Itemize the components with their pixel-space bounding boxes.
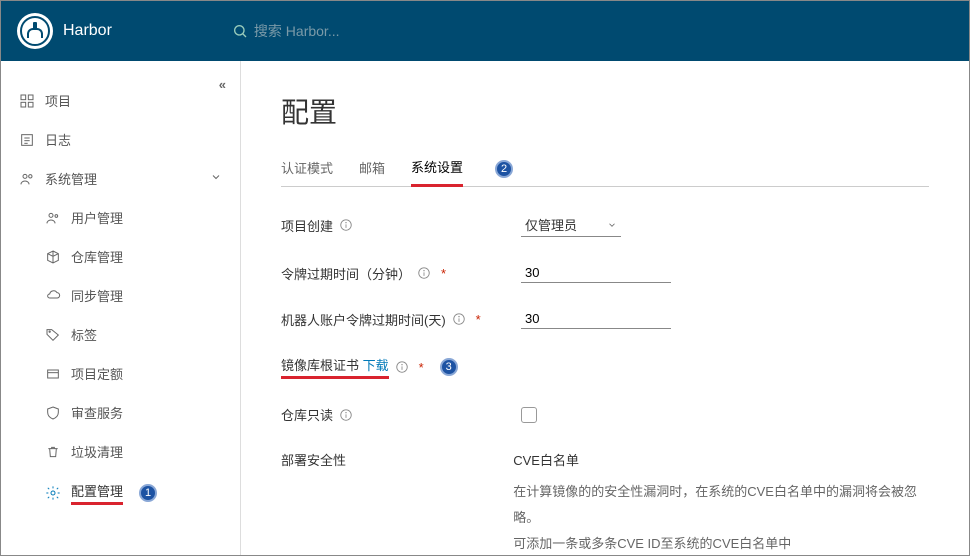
label-project-create: 项目创建: [281, 216, 333, 235]
row-token-expiry: 令牌过期时间（分钟） *: [281, 263, 929, 283]
list-icon: [19, 132, 35, 148]
sidebar-item-users[interactable]: 用户管理: [1, 198, 240, 237]
label-cert: 镜像库根证书: [281, 358, 359, 373]
required-marker: *: [441, 266, 446, 281]
sidebar-label: 标签: [71, 325, 97, 344]
chevron-down-icon: [607, 220, 617, 230]
cve-desc-1: 在计算镜像的的安全性漏洞时，在系统的CVE白名单中的漏洞将会被忽略。: [513, 479, 929, 531]
sidebar: « 项目 日志 系统管理 用户管理 仓库管理 同步管理 标签: [1, 61, 241, 555]
checkbox-readonly[interactable]: [521, 407, 537, 423]
info-icon[interactable]: [339, 218, 353, 232]
tab-auth[interactable]: 认证模式: [281, 152, 333, 185]
sidebar-label: 配置管理: [71, 481, 123, 505]
sidebar-label: 系统管理: [45, 169, 97, 188]
label-readonly: 仓库只读: [281, 405, 333, 424]
grid-icon: [19, 93, 35, 109]
sidebar-item-scan[interactable]: 审查服务: [1, 393, 240, 432]
badge-2: 2: [495, 160, 513, 178]
tab-email[interactable]: 邮箱: [359, 152, 385, 185]
select-project-create[interactable]: 仅管理员: [521, 213, 621, 237]
info-icon[interactable]: [339, 408, 353, 422]
admin-icon: [19, 171, 35, 187]
brand-name: Harbor: [63, 22, 112, 40]
row-deploy-security: 部署安全性 CVE白名单 在计算镜像的的安全性漏洞时，在系统的CVE白名单中的漏…: [281, 450, 929, 555]
input-token-expiry[interactable]: [521, 263, 671, 283]
cloud-icon: [45, 288, 61, 304]
info-icon[interactable]: [417, 266, 431, 280]
chevron-down-icon: [210, 171, 222, 186]
sidebar-item-replication[interactable]: 同步管理: [1, 276, 240, 315]
sidebar-item-system[interactable]: 系统管理: [1, 159, 240, 198]
cve-title: CVE白名单: [513, 450, 929, 469]
sidebar-label: 仓库管理: [71, 247, 123, 266]
logo: Harbor: [17, 13, 112, 49]
sidebar-label: 用户管理: [71, 208, 123, 227]
badge-1: 1: [139, 484, 157, 502]
sidebar-label: 项目定额: [71, 364, 123, 383]
row-project-create: 项目创建 仅管理员: [281, 213, 929, 237]
sidebar-item-config[interactable]: 配置管理 1: [1, 471, 240, 515]
main-content: 配置 认证模式 邮箱 系统设置 2 项目创建 仅管理员 令牌过期时间（分钟） *: [241, 61, 969, 555]
sidebar-item-quota[interactable]: 项目定额: [1, 354, 240, 393]
required-marker: *: [476, 312, 481, 327]
sidebar-label: 日志: [45, 130, 71, 149]
info-icon[interactable]: [395, 360, 409, 374]
search-input[interactable]: [254, 23, 554, 39]
tab-system[interactable]: 系统设置: [411, 151, 463, 187]
search-icon: [232, 23, 248, 39]
required-marker: *: [419, 360, 424, 375]
trash-icon: [45, 444, 61, 460]
badge-3: 3: [440, 358, 458, 376]
cube-icon: [45, 249, 61, 265]
cve-desc-2: 可添加一条或多条CVE ID至系统的CVE白名单中: [513, 531, 929, 555]
sidebar-label: 同步管理: [71, 286, 123, 305]
sidebar-item-logs[interactable]: 日志: [1, 120, 240, 159]
sidebar-label: 项目: [45, 91, 71, 110]
input-robot-expiry[interactable]: [521, 309, 671, 329]
label-token-expiry: 令牌过期时间（分钟）: [281, 264, 411, 283]
sidebar-item-repos[interactable]: 仓库管理: [1, 237, 240, 276]
row-readonly: 仓库只读: [281, 405, 929, 424]
gear-icon: [45, 485, 61, 501]
download-link[interactable]: 下载: [363, 358, 389, 373]
info-icon[interactable]: [452, 312, 466, 326]
tag-icon: [45, 327, 61, 343]
sidebar-item-projects[interactable]: 项目: [1, 81, 240, 120]
label-deploy: 部署安全性: [281, 450, 346, 469]
page-title: 配置: [281, 91, 929, 131]
search-box[interactable]: [232, 23, 554, 39]
sidebar-label: 审查服务: [71, 403, 123, 422]
tabs: 认证模式 邮箱 系统设置 2: [281, 151, 929, 187]
header: Harbor: [1, 1, 969, 61]
sidebar-item-gc[interactable]: 垃圾清理: [1, 432, 240, 471]
label-robot-expiry: 机器人账户令牌过期时间(天): [281, 310, 446, 329]
row-cert: 镜像库根证书 下载 * 3: [281, 355, 929, 379]
shield-icon: [45, 405, 61, 421]
sidebar-label: 垃圾清理: [71, 442, 123, 461]
sidebar-item-labels[interactable]: 标签: [1, 315, 240, 354]
collapse-icon[interactable]: «: [219, 77, 226, 92]
row-robot-expiry: 机器人账户令牌过期时间(天) *: [281, 309, 929, 329]
users-icon: [45, 210, 61, 226]
quota-icon: [45, 366, 61, 382]
